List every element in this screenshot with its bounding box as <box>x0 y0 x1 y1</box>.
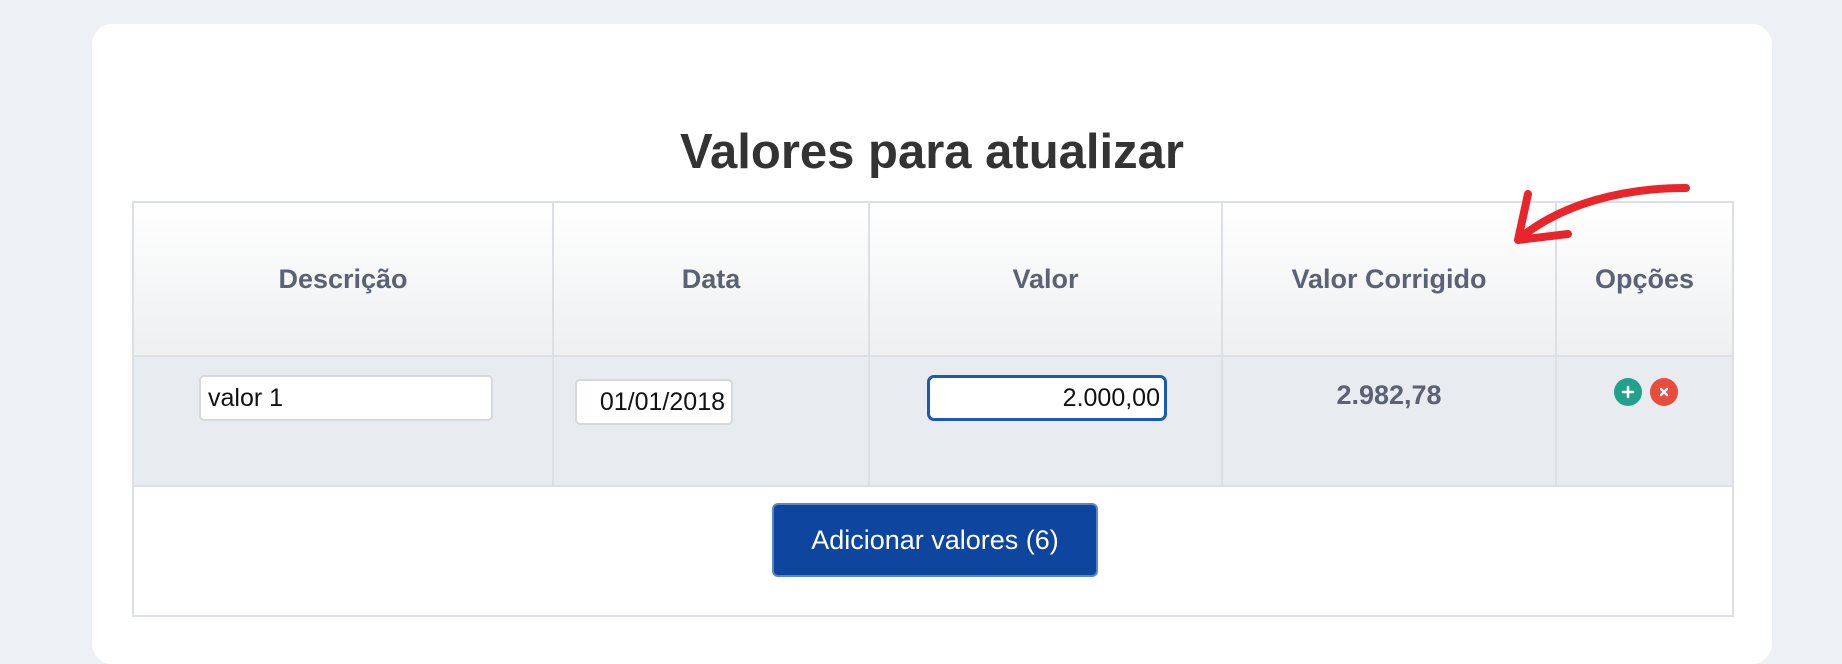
table-footer-row: Adicionar valores (6) <box>132 485 1734 617</box>
remove-row-button[interactable] <box>1650 378 1678 406</box>
cell-opcoes <box>1555 355 1734 487</box>
page-title: Valores para atualizar <box>680 125 1184 179</box>
plus-icon <box>1621 385 1635 399</box>
data-input[interactable] <box>575 379 733 425</box>
close-icon <box>1659 387 1669 397</box>
valor-corrigido-value: 2.982,78 <box>1336 380 1442 410</box>
cell-valor-corrigido: 2.982,78 <box>1221 355 1557 487</box>
descricao-input[interactable] <box>199 375 493 421</box>
arrow-annotation-icon <box>1514 184 1690 244</box>
header-data: Data <box>552 201 870 357</box>
cell-descricao <box>132 355 554 487</box>
values-card: Valores para atualizar Descrição Data Va… <box>92 24 1772 664</box>
header-descricao: Descrição <box>132 201 554 357</box>
cell-valor <box>868 355 1223 487</box>
cell-data <box>552 355 870 487</box>
values-table: Descrição Data Valor Valor Corrigido Opç… <box>132 201 1734 617</box>
valor-input[interactable] <box>927 375 1167 421</box>
table-header-row: Descrição Data Valor Valor Corrigido Opç… <box>132 201 1734 357</box>
footer-cell: Adicionar valores (6) <box>132 485 1734 617</box>
header-valor: Valor <box>868 201 1223 357</box>
table-row: 2.982,78 <box>132 355 1734 487</box>
add-values-button[interactable]: Adicionar valores (6) <box>772 503 1098 577</box>
add-row-button[interactable] <box>1614 378 1642 406</box>
